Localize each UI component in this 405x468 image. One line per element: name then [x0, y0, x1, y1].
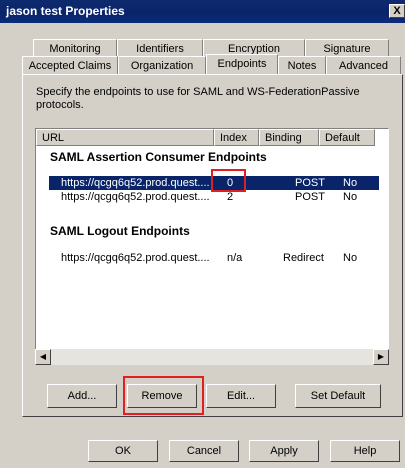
close-button[interactable]: X	[389, 4, 405, 18]
endpoint-row[interactable]: https://qcgq6q52.prod.quest.... n/a Redi…	[49, 251, 379, 265]
endpoint-binding: Redirect	[283, 252, 324, 264]
endpoint-url: https://qcgq6q52.prod.quest....	[61, 191, 210, 203]
column-header-url[interactable]: URL	[36, 129, 214, 146]
group-header: SAML Assertion Consumer Endpoints	[50, 150, 267, 164]
column-header-index[interactable]: Index	[214, 129, 259, 146]
tab-signature[interactable]: Signature	[305, 39, 389, 57]
endpoint-index: 0	[227, 177, 234, 189]
scroll-right-icon[interactable]: ▶	[373, 349, 389, 365]
help-button[interactable]: Help	[330, 440, 400, 462]
scroll-left-icon[interactable]: ◀	[35, 349, 51, 365]
endpoints-description: Specify the endpoints to use for SAML an…	[36, 86, 360, 111]
add-button[interactable]: Add...	[47, 384, 117, 408]
endpoint-binding: POST	[295, 191, 325, 203]
endpoint-row[interactable]: https://qcgq6q52.prod.quest.... 0 POST N…	[49, 176, 379, 190]
tab-endpoints[interactable]: Endpoints	[206, 54, 278, 74]
endpoint-default: No	[343, 252, 358, 264]
tab-advanced[interactable]: Advanced	[326, 56, 401, 74]
window-title: jason test Properties	[6, 4, 125, 18]
set-default-button[interactable]: Set Default	[295, 384, 381, 408]
cancel-button[interactable]: Cancel	[169, 440, 239, 462]
tab-notes[interactable]: Notes	[278, 56, 326, 74]
endpoints-list[interactable]: URL Index Binding Default SAML Assertion…	[35, 128, 389, 360]
tab-identifiers[interactable]: Identifiers	[117, 39, 203, 57]
column-header-binding[interactable]: Binding	[259, 129, 319, 146]
edit-button[interactable]: Edit...	[206, 384, 276, 408]
apply-button[interactable]: Apply	[249, 440, 319, 462]
endpoint-binding: POST	[295, 177, 325, 189]
endpoint-index: 2	[227, 191, 234, 203]
endpoint-row[interactable]: https://qcgq6q52.prod.quest.... 2 POST N…	[49, 190, 379, 204]
ok-button[interactable]: OK	[88, 440, 158, 462]
endpoint-default: No	[343, 191, 358, 203]
title-bar[interactable]: jason test Properties X	[0, 0, 405, 23]
endpoint-default: No	[343, 177, 358, 189]
horizontal-scrollbar[interactable]: ◀ ▶	[35, 349, 389, 365]
endpoint-index: n/a	[227, 252, 243, 264]
tab-accepted-claims[interactable]: Accepted Claims	[22, 56, 118, 74]
group-header: SAML Logout Endpoints	[50, 224, 190, 238]
column-header-default[interactable]: Default	[319, 129, 375, 146]
remove-button[interactable]: Remove	[127, 384, 197, 408]
tab-organization[interactable]: Organization	[118, 56, 206, 74]
endpoint-url: https://qcgq6q52.prod.quest....	[61, 177, 210, 189]
tab-monitoring[interactable]: Monitoring	[33, 39, 117, 57]
endpoint-url: https://qcgq6q52.prod.quest....	[61, 252, 210, 264]
